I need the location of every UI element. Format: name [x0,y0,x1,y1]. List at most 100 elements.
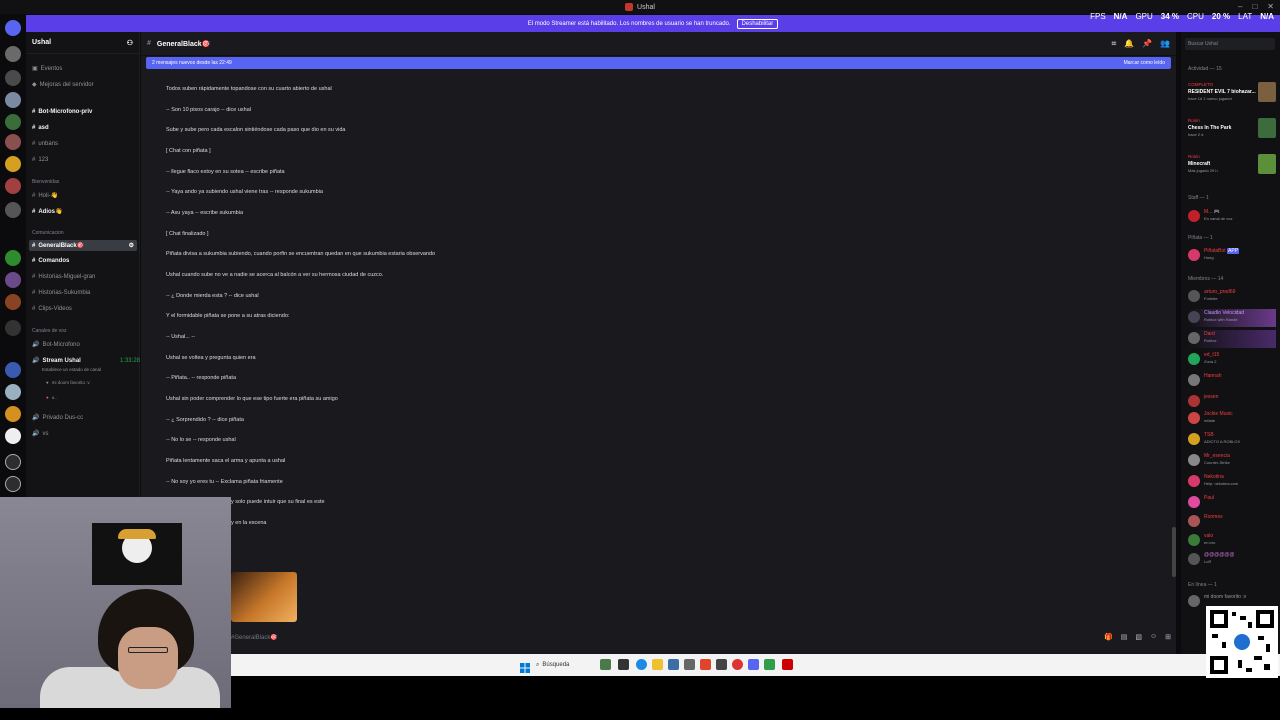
threads-icon[interactable]: ⌗ [1112,39,1117,49]
member-row[interactable]: Roomes [1188,513,1276,531]
member-row[interactable]: Dard Roblox [1188,330,1276,348]
member-row[interactable]: PiñataBot APP Hueg [1188,247,1276,265]
server-icon[interactable] [5,320,21,336]
windows-start-icon[interactable] [520,660,530,673]
channel-historias-sukumbia[interactable]: # Historias-Sukumbia [32,290,90,296]
member-row[interactable]: Mr_esencia Counter-Strike [1188,452,1276,470]
member-row[interactable]: Jockie Music mfade [1188,410,1276,428]
store-icon[interactable] [668,659,679,670]
server-icon[interactable] [5,384,21,400]
channel-unbans[interactable]: # unbans [32,141,58,147]
members-icon[interactable]: 👥 [1160,39,1170,49]
channel-generalblack-active[interactable]: # GeneralBlack🎯 ⚙ [29,240,137,251]
server-icon[interactable] [5,406,21,422]
member-row[interactable]: arturo_prad69 Fortnite [1188,288,1276,306]
voice-channel-stream-ushal[interactable]: 🔊 Stream Ushal 1:33:28 [32,357,140,365]
straw-hat-icon [118,529,156,539]
discover-icon[interactable] [5,476,21,492]
pin-icon[interactable]: 📌 [1142,39,1152,49]
channel-adios[interactable]: # Adios👋 [32,208,62,216]
voice-user[interactable]: ● mi doom favorito :v [46,380,90,385]
channel-boosts[interactable]: ◆ Mejoras del servidor [32,81,94,89]
mark-read-button[interactable]: Marcar como leído [1124,60,1165,66]
image-attachment[interactable] [231,572,297,622]
app-icon[interactable] [782,659,793,670]
gift-icon[interactable]: 🎁 [1104,633,1113,641]
server-icon[interactable] [5,250,21,266]
new-messages-bar[interactable]: 2 mensajes nuevos desde las 22:49 Marcar… [146,57,1171,69]
channel-asd[interactable]: # asd [32,125,49,131]
voice-channel-vs[interactable]: 🔊 vs [32,430,48,438]
server-icon[interactable] [5,362,21,378]
edge-icon[interactable] [636,659,647,670]
server-icon[interactable] [5,202,21,218]
channel-bot-microfono-priv[interactable]: # Bot-Microfono-priv [32,109,92,115]
message-composer[interactable]: #GeneralBlack🎯 🎁 ▤ ▧ ☺ ⊞ [231,628,1171,646]
member-row[interactable]: TSB ADICTO A ROBLOX [1188,431,1276,449]
home-icon[interactable] [5,20,21,36]
app-icon[interactable] [732,659,743,670]
voice-channel-privado[interactable]: 🔊 Privado Dus-cc [32,414,83,422]
add-server-icon[interactable] [5,454,21,470]
member-row[interactable]: Paul [1188,494,1276,512]
taskbar-search[interactable]: ⌕ Búsqueda [536,659,592,671]
server-icon[interactable] [5,114,21,130]
app-icon[interactable] [684,659,695,670]
server-icon[interactable] [5,428,21,444]
server-icon[interactable] [5,178,21,194]
category-voz[interactable]: Canales de voz [32,328,66,334]
chat-scrollbar[interactable] [1172,527,1176,577]
close-icon[interactable]: ✕ [1267,2,1274,11]
server-header[interactable]: Ushal ⚇ [26,32,139,54]
member-name: arturo_prad69 [1204,289,1236,295]
server-icon[interactable] [5,134,21,150]
add-member-icon[interactable]: ⚇ [127,39,133,47]
channel-comandos[interactable]: # Comandos [32,258,69,264]
server-icon[interactable] [5,156,21,172]
member-row[interactable]: ed_t15 Zona 2 [1188,351,1276,369]
channel-events[interactable]: ▣ Eventos [32,65,62,73]
channel-status[interactable]: Establece un estado de canal [42,367,101,372]
activity-card[interactable]: COMPLETO RESIDENT EVIL 7 biohazar... hac… [1188,80,1276,106]
bell-icon[interactable]: 🔔 [1124,39,1134,49]
member-status: En canal de voz [1204,216,1233,221]
member-row[interactable]: jessen [1188,393,1276,411]
gif-icon[interactable]: ▤ [1121,633,1128,641]
activity-card[interactable]: Ronin Minecraft Más jugado 29 h [1188,152,1276,178]
server-icon[interactable] [5,46,21,62]
server-icon[interactable] [5,92,21,108]
channel-holi[interactable]: # Holi-👋 [32,192,58,200]
member-row[interactable]: valo en bro [1188,532,1276,550]
member-row[interactable]: M... 🎮 En canal de voz [1188,208,1276,226]
category-comunicacion[interactable]: Comunicacion [32,230,64,236]
server-icon[interactable] [5,272,21,288]
folder-icon[interactable] [652,659,663,670]
channel-historias-miguel[interactable]: # Historias-Miguel-gran [32,274,95,280]
voice-user[interactable]: ● u.. [46,395,57,400]
channel-clips-videos[interactable]: # Clips-Videos [32,306,72,312]
search-input[interactable]: Buscar Ushal [1185,38,1275,50]
sticker-icon[interactable]: ▧ [1135,633,1142,641]
widgets-icon[interactable] [600,659,611,670]
apps-icon[interactable]: ⊞ [1165,633,1171,641]
app-icon[interactable] [618,659,629,670]
channel-123[interactable]: #123 [32,157,48,163]
member-row[interactable]: Nekotina Help: nekotina.com [1188,473,1276,491]
app-icon[interactable] [764,659,775,670]
discord-icon[interactable] [748,659,759,670]
server-icon[interactable] [5,294,21,310]
disable-streamer-button[interactable]: Deshabilitar [736,18,779,29]
member-row[interactable]: @@@@@@ LoR [1188,551,1276,569]
member-row[interactable]: Hannah [1188,372,1276,390]
activity-card[interactable]: Ronin Chess In The Park hace 2 d [1188,116,1276,142]
minimize-icon[interactable]: – [1238,2,1242,11]
settings-icon[interactable]: ⚙ [129,242,134,249]
app-icon[interactable] [716,659,727,670]
emoji-icon[interactable]: ☺ [1150,633,1157,641]
server-icon[interactable] [5,70,21,86]
voice-channel-bot-microfono[interactable]: 🔊 Bot-Microfono [32,341,80,349]
category-bienvenidas[interactable]: Bienvenidas [32,179,59,185]
maximize-icon[interactable]: □ [1252,2,1257,11]
member-row[interactable]: Claudio Velocidad Roblox with Rande [1188,309,1276,327]
brave-icon[interactable] [700,659,711,670]
